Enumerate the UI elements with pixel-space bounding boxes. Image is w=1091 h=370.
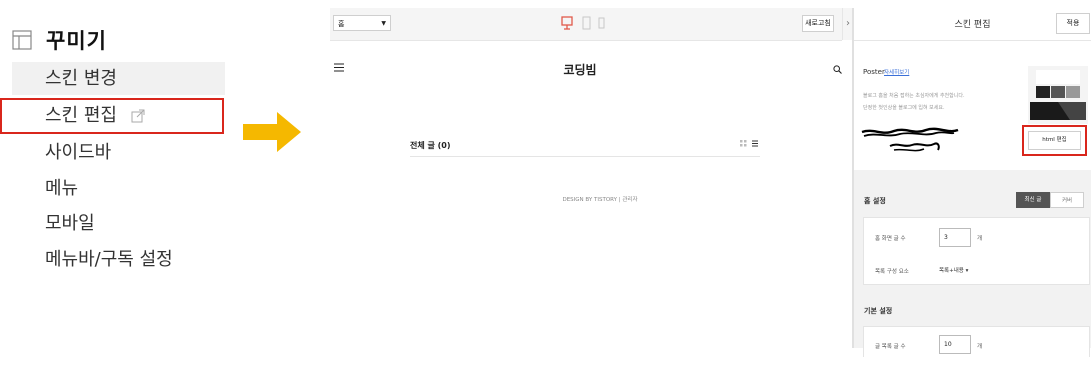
menu-item-menubar[interactable]: 메뉴바/구독 설정 bbox=[12, 243, 225, 276]
list-components-label: 목록 구성 요소 bbox=[875, 269, 909, 275]
skin-editor: 홈 ▼ 새로고침 › 코딩빔 전체 글 (0) DESIGN BY TISTOR… bbox=[330, 8, 1091, 357]
preview-toolbar: 홈 ▼ 새로고침 bbox=[330, 8, 842, 41]
menu-item-skin-edit[interactable]: 스킨 편집 bbox=[0, 98, 224, 134]
unit-label: 개 bbox=[977, 236, 983, 242]
skin-description: 단정한 첫인상을 블로그에 입혀 보세요. bbox=[863, 105, 945, 111]
menu-item-label: 스킨 편집 bbox=[45, 105, 117, 126]
unit-label: 개 bbox=[977, 344, 983, 350]
menu-item-mobile[interactable]: 모바일 bbox=[12, 207, 225, 240]
grid-view-icon bbox=[740, 140, 747, 147]
external-link-icon bbox=[131, 109, 145, 123]
skin-name: Poster bbox=[863, 68, 885, 76]
menu-item-skin-change[interactable]: 스킨 변경 bbox=[12, 62, 225, 95]
tablet-icon bbox=[582, 16, 591, 30]
page-select-value: 홈 bbox=[338, 20, 345, 28]
menu-item-label: 메뉴바/구독 설정 bbox=[45, 249, 173, 270]
divider bbox=[410, 156, 760, 157]
search-icon[interactable] bbox=[833, 65, 842, 74]
post-count: 전체 글 (0) bbox=[410, 141, 451, 150]
list-posts-count-label: 글 목록 글 수 bbox=[875, 344, 906, 350]
menu-item-label: 사이드바 bbox=[45, 142, 112, 163]
menu-header: 꾸미기 bbox=[12, 28, 107, 53]
home-posts-count-input[interactable]: 3 bbox=[939, 228, 971, 247]
caret-down-icon: ▼ bbox=[381, 20, 386, 27]
apply-button[interactable]: 적용 bbox=[1056, 13, 1090, 34]
device-switcher bbox=[561, 16, 605, 30]
menu-item-label: 모바일 bbox=[45, 213, 95, 234]
menu-item-label: 스킨 변경 bbox=[45, 68, 117, 89]
mobile-icon bbox=[598, 17, 605, 29]
layout-icon bbox=[12, 30, 32, 50]
html-edit-highlight: html 편집 bbox=[1022, 125, 1087, 156]
view-toggle[interactable] bbox=[740, 140, 760, 148]
hamburger-icon[interactable] bbox=[334, 63, 344, 72]
blog-preview: 코딩빔 전체 글 (0) DESIGN BY TISTORY | 관리자 bbox=[330, 41, 850, 348]
home-posts-count-label: 홈 화면 글 수 bbox=[875, 236, 906, 242]
html-edit-button[interactable]: html 편집 bbox=[1028, 131, 1081, 150]
skin-edit-panel: 스킨 편집 적용 Poster 자세히보기 블로그 홈을 처음 접하는 초심자에… bbox=[854, 8, 1091, 357]
skin-description: 블로그 홈을 처음 접하는 초심자에게 추천합니다. bbox=[863, 93, 965, 99]
menu-item-menu[interactable]: 메뉴 bbox=[12, 172, 225, 205]
home-settings-heading: 홈 설정 bbox=[864, 197, 886, 205]
refresh-button[interactable]: 새로고침 bbox=[802, 15, 834, 32]
list-components-select[interactable]: 목록+내용 ▾ bbox=[939, 266, 968, 274]
home-settings-box: 홈 화면 글 수 3 개 목록 구성 요소 목록+내용 ▾ bbox=[863, 217, 1090, 285]
tab-cover[interactable]: 커버 bbox=[1050, 192, 1084, 208]
basic-settings-box: 글 목록 글 수 10 개 bbox=[863, 326, 1090, 357]
list-posts-count-input[interactable]: 10 bbox=[939, 335, 971, 354]
desktop-icon bbox=[561, 16, 573, 30]
preview-footer: DESIGN BY TISTORY | 관리자 bbox=[562, 197, 638, 203]
tab-recent-posts[interactable]: 최신 글 bbox=[1016, 192, 1050, 208]
skin-details-link[interactable]: 자세히보기 bbox=[884, 68, 909, 76]
redacted-scribble bbox=[861, 127, 959, 152]
right-arrow-icon bbox=[243, 112, 301, 152]
blog-title[interactable]: 코딩빔 bbox=[530, 61, 630, 78]
menu-title: 꾸미기 bbox=[46, 29, 107, 53]
list-view-icon bbox=[752, 140, 758, 147]
menu-item-label: 메뉴 bbox=[45, 178, 79, 199]
page-select[interactable]: 홈 ▼ bbox=[333, 15, 391, 31]
basic-settings-heading: 기본 설정 bbox=[864, 307, 893, 315]
skin-thumbnail bbox=[1028, 66, 1088, 124]
menu-item-sidebar[interactable]: 사이드바 bbox=[12, 136, 225, 169]
